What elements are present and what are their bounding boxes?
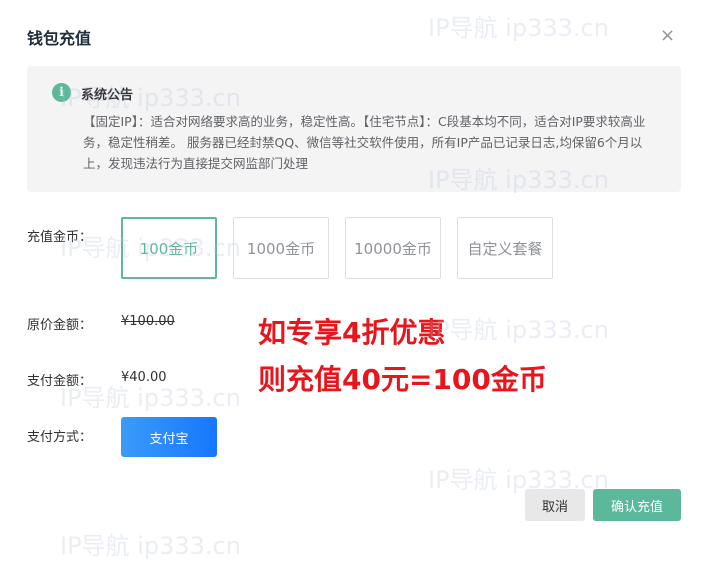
original-price-value: ¥100.00 xyxy=(121,314,175,329)
promo-line-2: 则充值40元=100金币 xyxy=(258,363,547,396)
coin-option-custom[interactable]: 自定义套餐 xyxy=(457,217,553,279)
dialog-title: 钱包充值 xyxy=(27,29,92,48)
cancel-button[interactable]: 取消 xyxy=(525,489,585,521)
watermark: IP导航 ip333.cn xyxy=(60,532,241,560)
pay-amount-value: ¥40.00 xyxy=(121,370,167,385)
payment-method-label: 支付方式： xyxy=(27,430,93,445)
coin-label: 充值金币： xyxy=(27,230,93,245)
original-price-label: 原价金额： xyxy=(27,318,93,333)
coin-option-100[interactable]: 100金币 xyxy=(121,217,217,279)
notice-title: 系统公告 xyxy=(81,88,134,103)
coin-option-10000[interactable]: 10000金币 xyxy=(345,217,441,279)
system-notice: i 系统公告 【固定IP】：适合对网络要求高的业务，稳定性高。【住宅节点】：C段… xyxy=(27,66,681,192)
coin-option-1000[interactable]: 1000金币 xyxy=(233,217,329,279)
confirm-recharge-button[interactable]: 确认充值 xyxy=(593,489,681,521)
promo-line-1: 如专享4折优惠 xyxy=(258,316,446,349)
wallet-recharge-dialog: 钱包充值 × i 系统公告 【固定IP】：适合对网络要求高的业务，稳定性高。【住… xyxy=(0,0,709,560)
watermark: IP导航 ip333.cn xyxy=(428,14,609,42)
pay-amount-label: 支付金额： xyxy=(27,374,93,389)
watermark: IP导航 ip333.cn xyxy=(428,316,609,344)
notice-body: 【固定IP】：适合对网络要求高的业务，稳定性高。【住宅节点】：C段基本均不同，适… xyxy=(83,114,646,171)
info-icon: i xyxy=(52,83,71,102)
alipay-button[interactable]: 支付宝 xyxy=(121,417,217,457)
close-icon[interactable]: × xyxy=(660,26,675,46)
